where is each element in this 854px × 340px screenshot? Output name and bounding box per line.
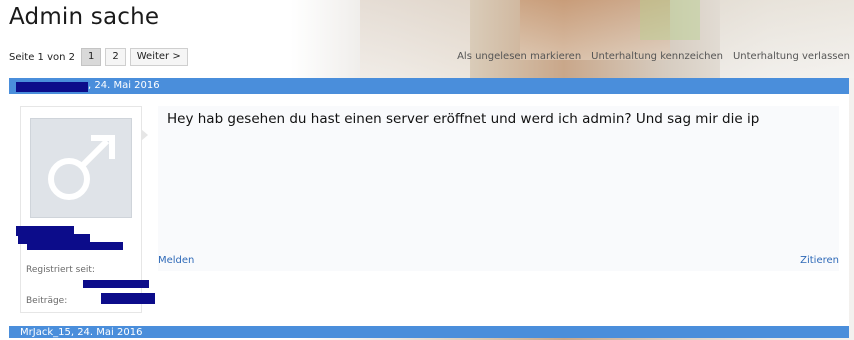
background-decoration: [360, 0, 470, 78]
redacted-author-name: [16, 82, 88, 92]
report-link[interactable]: Melden: [158, 255, 194, 266]
registered-label: Registriert seit:: [26, 265, 95, 275]
user-info-panel: Registriert seit: Beiträge:: [16, 106, 155, 313]
post-date: , 24. Mai 2016: [88, 80, 160, 91]
leave-conversation-link[interactable]: Unterhaltung verlassen: [733, 51, 850, 62]
background-decoration: [640, 0, 700, 40]
mark-unread-link[interactable]: Als ungelesen markieren: [457, 51, 581, 62]
redacted-username: [27, 242, 123, 250]
avatar[interactable]: [30, 118, 132, 218]
next-page-button[interactable]: Weiter >: [129, 48, 188, 66]
redacted-registered-date: [83, 280, 149, 288]
page-1-button[interactable]: 1: [81, 48, 102, 66]
conversation-actions: Als ungelesen markieren Unterhaltung ken…: [457, 51, 850, 62]
male-symbol-icon: [48, 135, 115, 200]
flag-conversation-link[interactable]: Unterhaltung kennzeichen: [591, 51, 723, 62]
background-decoration: [720, 0, 854, 78]
redacted-post-count: [101, 293, 155, 304]
post-header-bar: MrJack_15, 24. Mai 2016: [9, 326, 849, 338]
page-indicator: Seite 1 von 2: [9, 51, 75, 63]
post-header-bar: , 24. Mai 2016: [9, 78, 849, 94]
message-text: Hey hab gesehen du hast einen server erö…: [167, 111, 760, 127]
page-title: Admin sache: [9, 4, 160, 30]
message-body: Hey hab gesehen du hast einen server erö…: [158, 106, 839, 271]
quote-link[interactable]: Zitieren: [800, 255, 839, 266]
post: Registriert seit: Beiträge: Hey hab gese…: [9, 94, 849, 326]
pagination: Seite 1 von 2 1 2 Weiter >: [9, 48, 188, 66]
speech-arrow: [141, 129, 148, 141]
posts-count-label: Beiträge:: [26, 296, 68, 306]
page-2-button[interactable]: 2: [105, 48, 126, 66]
